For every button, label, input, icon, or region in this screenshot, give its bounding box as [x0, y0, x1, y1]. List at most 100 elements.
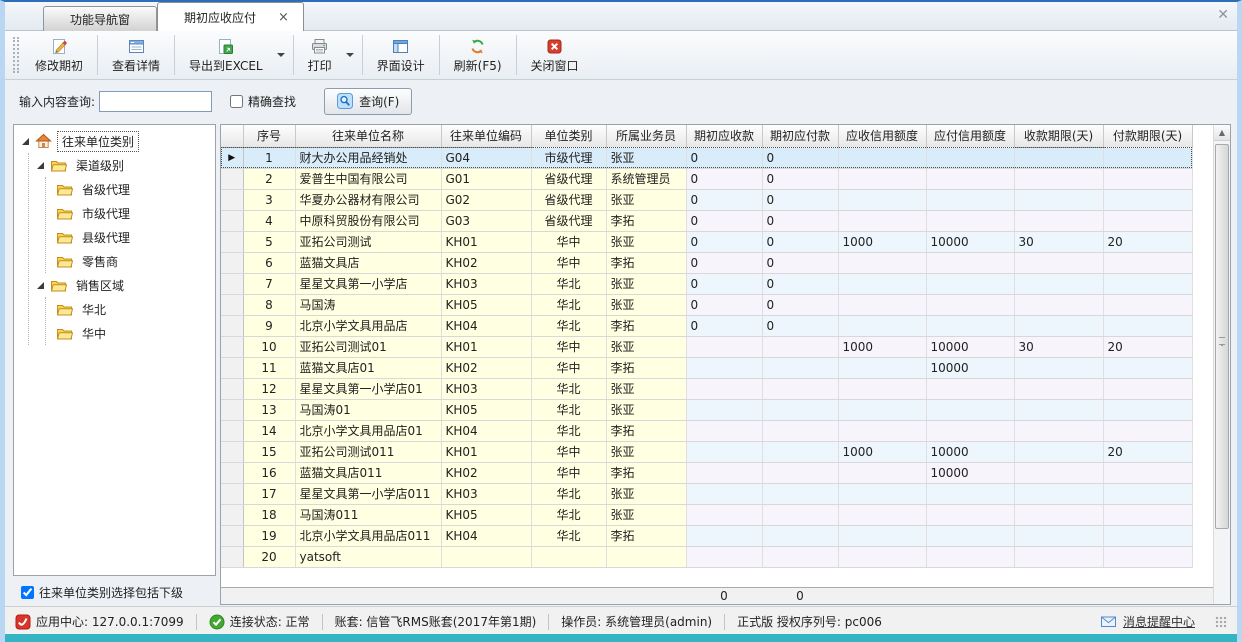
ui-design-button[interactable]: 界面设计 [365, 33, 437, 77]
cell-ap[interactable] [762, 504, 838, 525]
table-row[interactable]: 13马国涛01KH05华北张亚 [221, 399, 1192, 420]
cell-ar_credit[interactable] [838, 357, 926, 378]
cell-salesman[interactable]: 张亚 [606, 189, 686, 210]
table-row[interactable]: 7星星文具第一小学店KH03华北张亚00 [221, 273, 1192, 294]
cell-code[interactable]: G04 [441, 147, 531, 168]
cell-recv_days[interactable] [1014, 147, 1103, 168]
cell-ap_credit[interactable]: 10000 [926, 336, 1014, 357]
cell-name[interactable]: 星星文具第一小学店01 [295, 378, 441, 399]
cell-seq[interactable]: 19 [243, 525, 295, 546]
cell-salesman[interactable]: 张亚 [606, 336, 686, 357]
cell-name[interactable]: 亚拓公司测试011 [295, 441, 441, 462]
cell-ap[interactable] [762, 483, 838, 504]
cell-ar_credit[interactable] [838, 504, 926, 525]
cell-name[interactable]: 蓝猫文具店 [295, 252, 441, 273]
cell-ar[interactable] [686, 378, 762, 399]
cell-ap_credit[interactable] [926, 168, 1014, 189]
tree-node-group[interactable]: 销售区域 [29, 273, 215, 297]
cell-category[interactable]: 市级代理 [531, 147, 606, 168]
cell-seq[interactable]: 13 [243, 399, 295, 420]
cell-code[interactable]: KH01 [441, 336, 531, 357]
cell-ar[interactable] [686, 399, 762, 420]
grid-column-header[interactable]: 应收信用额度 [838, 125, 926, 147]
cell-salesman[interactable]: 李拓 [606, 252, 686, 273]
cell-code[interactable]: KH04 [441, 525, 531, 546]
cell-ap_credit[interactable] [926, 315, 1014, 336]
cell-ar_credit[interactable] [838, 378, 926, 399]
tree-node-label[interactable]: 县级代理 [78, 228, 134, 247]
table-row[interactable]: 6蓝猫文具店KH02华中李拓00 [221, 252, 1192, 273]
row-marker[interactable] [221, 294, 243, 315]
modify-opening-button[interactable]: 修改期初 [23, 33, 95, 77]
cell-ap[interactable] [762, 378, 838, 399]
cell-code[interactable]: KH04 [441, 315, 531, 336]
cell-name[interactable]: 蓝猫文具店01 [295, 357, 441, 378]
cell-pay_days[interactable] [1103, 147, 1192, 168]
cell-ap[interactable] [762, 420, 838, 441]
cell-name[interactable]: 亚拓公司测试01 [295, 336, 441, 357]
cell-seq[interactable]: 4 [243, 210, 295, 231]
cell-ap_credit[interactable] [926, 525, 1014, 546]
cell-code[interactable]: KH02 [441, 357, 531, 378]
cell-ar_credit[interactable] [838, 462, 926, 483]
cell-ap_credit[interactable] [926, 504, 1014, 525]
resize-grip[interactable] [1215, 616, 1227, 628]
cell-seq[interactable]: 20 [243, 546, 295, 567]
cell-name[interactable]: 爱普生中国有限公司 [295, 168, 441, 189]
cell-ap[interactable] [762, 441, 838, 462]
cell-ap[interactable] [762, 546, 838, 567]
cell-category[interactable]: 省级代理 [531, 210, 606, 231]
cell-recv_days[interactable]: 30 [1014, 231, 1103, 252]
grid-column-header[interactable]: 单位类别 [531, 125, 606, 147]
tab-nav-panel[interactable]: 功能导航窗 [43, 6, 157, 31]
cell-ar_credit[interactable] [838, 525, 926, 546]
cell-ap[interactable] [762, 357, 838, 378]
row-marker[interactable] [221, 252, 243, 273]
row-marker[interactable] [221, 357, 243, 378]
cell-seq[interactable]: 10 [243, 336, 295, 357]
cell-code[interactable]: KH04 [441, 420, 531, 441]
row-marker[interactable] [221, 420, 243, 441]
scrollbar-thumb[interactable] [1215, 144, 1229, 529]
cell-category[interactable]: 华北 [531, 273, 606, 294]
cell-seq[interactable]: 8 [243, 294, 295, 315]
cell-seq[interactable]: 2 [243, 168, 295, 189]
cell-category[interactable]: 华中 [531, 252, 606, 273]
cell-salesman[interactable]: 张亚 [606, 294, 686, 315]
cell-salesman[interactable]: 李拓 [606, 462, 686, 483]
window-close-icon[interactable]: ✕ [1217, 7, 1229, 23]
cell-category[interactable]: 华中 [531, 357, 606, 378]
table-row[interactable]: 18马国涛011KH05华北张亚 [221, 504, 1192, 525]
cell-recv_days[interactable] [1014, 462, 1103, 483]
row-marker[interactable] [221, 483, 243, 504]
cell-category[interactable]: 华北 [531, 294, 606, 315]
cell-salesman[interactable]: 系统管理员 [606, 168, 686, 189]
cell-ar[interactable]: 0 [686, 273, 762, 294]
cell-pay_days[interactable] [1103, 504, 1192, 525]
cell-code[interactable]: KH03 [441, 483, 531, 504]
table-row[interactable]: 9北京小学文具用品店KH04华北李拓00 [221, 315, 1192, 336]
exact-search-checkbox[interactable]: 精确查找 [230, 93, 296, 110]
cell-seq[interactable]: 11 [243, 357, 295, 378]
cell-pay_days[interactable] [1103, 357, 1192, 378]
cell-pay_days[interactable] [1103, 462, 1192, 483]
cell-code[interactable]: KH05 [441, 399, 531, 420]
expander-icon[interactable] [22, 138, 29, 145]
cell-recv_days[interactable] [1014, 378, 1103, 399]
refresh-button[interactable]: 刷新(F5) [442, 33, 514, 77]
tree-node-leaf[interactable]: 零售商 [46, 249, 215, 273]
cell-name[interactable]: 马国涛011 [295, 504, 441, 525]
row-marker[interactable] [221, 189, 243, 210]
tree-node-group[interactable]: 渠道级别 [29, 153, 215, 177]
table-row[interactable]: 15亚拓公司测试011KH01华中张亚10001000020 [221, 441, 1192, 462]
cell-category[interactable]: 华中 [531, 336, 606, 357]
cell-pay_days[interactable]: 20 [1103, 231, 1192, 252]
cell-pay_days[interactable] [1103, 546, 1192, 567]
cell-ap[interactable]: 0 [762, 147, 838, 168]
grid-header-row[interactable]: 序号往来单位名称往来单位编码单位类别所属业务员期初应收款期初应付款应收信用额度应… [221, 125, 1192, 147]
cell-salesman[interactable]: 李拓 [606, 210, 686, 231]
row-marker[interactable] [221, 399, 243, 420]
scroll-up-icon[interactable]: ▲ [1214, 125, 1230, 141]
cell-code[interactable]: G03 [441, 210, 531, 231]
cell-salesman[interactable] [606, 546, 686, 567]
